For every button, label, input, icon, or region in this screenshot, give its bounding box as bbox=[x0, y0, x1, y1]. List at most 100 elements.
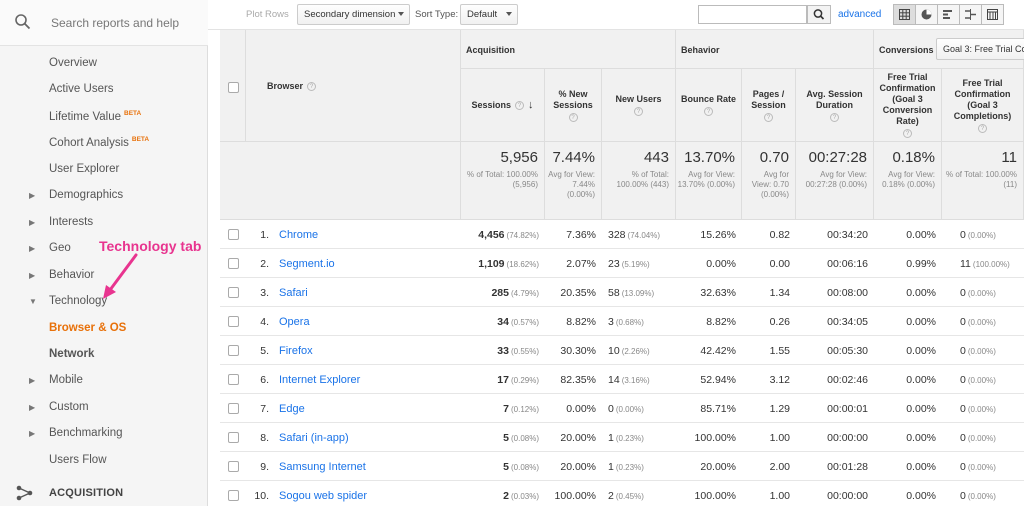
row-checkbox[interactable] bbox=[228, 461, 239, 472]
sidebar-item-overview[interactable]: Overview bbox=[0, 50, 208, 76]
sort-type-dropdown[interactable]: Default bbox=[460, 4, 518, 25]
sidebar-item-active-users[interactable]: Active Users bbox=[0, 76, 208, 102]
new-users-percent: (74.04%) bbox=[627, 231, 660, 240]
new-users-value: 14 bbox=[608, 374, 620, 386]
sort-type-label: Sort Type: bbox=[415, 9, 459, 20]
browser-link[interactable]: Opera bbox=[279, 316, 310, 328]
browser-link[interactable]: Segment.io bbox=[279, 258, 335, 270]
row-checkbox[interactable] bbox=[228, 374, 239, 385]
sort-descending-icon[interactable]: ↓ bbox=[528, 99, 534, 111]
sidebar-item-benchmarking[interactable]: ▶ Benchmarking bbox=[0, 420, 208, 446]
browser-link[interactable]: Internet Explorer bbox=[279, 374, 360, 386]
new-users-cell: 58 (13.09%) bbox=[608, 287, 654, 299]
row-checkbox[interactable] bbox=[228, 287, 239, 298]
plot-rows-button[interactable]: Plot Rows bbox=[246, 9, 289, 20]
advanced-filter-link[interactable]: advanced bbox=[838, 9, 881, 20]
completions-value: 0 bbox=[960, 374, 966, 386]
completions-value: 0 bbox=[960, 345, 966, 357]
sidebar-item-mobile[interactable]: ▶ Mobile bbox=[0, 367, 208, 393]
caret-right-icon: ▶ bbox=[29, 217, 36, 227]
row-checkbox[interactable] bbox=[228, 490, 239, 501]
search-bar[interactable]: Search reports and help bbox=[0, 0, 208, 46]
header-checkbox-cell bbox=[220, 30, 246, 142]
conversion-rate-cell: 0.00% bbox=[906, 287, 936, 299]
sidebar-item-text: Interests bbox=[49, 216, 94, 228]
column-header-avg-session-duration[interactable]: Avg. Session Duration? bbox=[796, 69, 874, 142]
conversion-rate-value: 0.00% bbox=[906, 403, 936, 415]
avg-session-duration-cell: 00:08:00 bbox=[827, 287, 868, 299]
comparison-view-button[interactable] bbox=[959, 4, 982, 25]
sidebar-item-network[interactable]: Network bbox=[0, 341, 208, 367]
row-checkbox[interactable] bbox=[228, 258, 239, 269]
browser-link[interactable]: Safari (in-app) bbox=[279, 432, 349, 444]
sidebar-item-user-explorer[interactable]: User Explorer bbox=[0, 156, 208, 182]
help-icon[interactable]: ? bbox=[830, 112, 839, 122]
select-all-checkbox[interactable] bbox=[228, 82, 239, 93]
browser-link[interactable]: Sogou web spider bbox=[279, 490, 367, 502]
sessions-percent: (0.57%) bbox=[510, 318, 539, 327]
avg-session-duration-value: 00:00:01 bbox=[827, 403, 868, 415]
column-header-pages-per-session[interactable]: Pages / Session? bbox=[742, 69, 796, 142]
sidebar-item-label: Mobile bbox=[49, 374, 83, 386]
help-icon[interactable]: ? bbox=[515, 100, 525, 110]
table-filter-button[interactable] bbox=[807, 5, 831, 24]
column-header-goal3-conversion-rate[interactable]: Free Trial Confirmation (Goal 3 Conversi… bbox=[874, 69, 942, 142]
pivot-view-button[interactable] bbox=[981, 4, 1004, 25]
sidebar-item-acquisition[interactable]: ACQUISITION bbox=[0, 480, 208, 506]
help-icon[interactable]: ? bbox=[903, 129, 912, 138]
sidebar-item-interests[interactable]: ▶ Interests bbox=[0, 209, 208, 235]
help-icon[interactable]: ? bbox=[634, 107, 643, 116]
sidebar-item-custom[interactable]: ▶ Custom bbox=[0, 394, 208, 420]
performance-view-button[interactable] bbox=[937, 4, 960, 25]
row-checkbox[interactable] bbox=[228, 229, 239, 240]
avg-session-duration-cell: 00:34:20 bbox=[827, 229, 868, 241]
row-checkbox[interactable] bbox=[228, 345, 239, 356]
new-sessions-cell: 8.82% bbox=[566, 316, 596, 328]
sidebar-item-users-flow[interactable]: Users Flow bbox=[0, 447, 208, 473]
browser-link[interactable]: Firefox bbox=[279, 345, 313, 357]
caret-right-icon: ▶ bbox=[29, 402, 36, 412]
browser-link[interactable]: Samsung Internet bbox=[279, 461, 366, 473]
sidebar-item-cohort-analysis[interactable]: Cohort Analysis BETA bbox=[0, 129, 208, 155]
completions-cell: 0 (0.00%) bbox=[960, 316, 996, 328]
row-checkbox[interactable] bbox=[228, 316, 239, 327]
new-sessions-value: 8.82% bbox=[566, 316, 596, 328]
browser-link[interactable]: Edge bbox=[279, 403, 305, 415]
help-icon[interactable]: ? bbox=[307, 82, 316, 91]
help-icon[interactable]: ? bbox=[978, 123, 987, 133]
bounce-rate-value: 85.71% bbox=[700, 403, 736, 415]
goal-selector-dropdown[interactable]: Goal 3: Free Trial Co bbox=[936, 38, 1024, 60]
help-icon[interactable]: ? bbox=[568, 112, 578, 122]
sessions-cell: 4,456 (74.82%) bbox=[478, 229, 539, 241]
sidebar-item-lifetime-value[interactable]: Lifetime Value BETA bbox=[0, 103, 208, 129]
conversion-rate-cell: 0.99% bbox=[906, 258, 936, 270]
browser-link[interactable]: Chrome bbox=[279, 229, 318, 241]
column-header-new-sessions-pct[interactable]: % New Sessions? bbox=[545, 69, 602, 142]
column-header-goal3-completions[interactable]: Free Trial Confirmation (Goal 3 Completi… bbox=[942, 69, 1024, 142]
column-header-sessions[interactable]: Sessions? ↓ bbox=[461, 69, 545, 142]
sessions-cell: 34 (0.57%) bbox=[497, 316, 539, 328]
conversion-rate-value: 0.00% bbox=[906, 287, 936, 299]
table-filter-input[interactable] bbox=[698, 5, 807, 24]
row-checkbox[interactable] bbox=[228, 432, 239, 443]
help-icon[interactable]: ? bbox=[704, 107, 713, 116]
sidebar-item-label: Overview bbox=[49, 57, 97, 69]
new-sessions-cell: 20.35% bbox=[560, 287, 596, 299]
row-rank: 7. bbox=[260, 403, 269, 415]
new-users-value: 1 bbox=[608, 432, 614, 444]
sidebar-item-browser-os[interactable]: Browser & OS bbox=[0, 315, 208, 341]
secondary-dimension-dropdown[interactable]: Secondary dimension bbox=[297, 4, 410, 25]
table-view-button[interactable] bbox=[893, 4, 916, 25]
conversion-rate-value: 0.00% bbox=[906, 374, 936, 386]
sidebar-item-demographics[interactable]: ▶ Demographics bbox=[0, 182, 208, 208]
total-value: 13.70% bbox=[684, 149, 735, 166]
new-sessions-value: 0.00% bbox=[566, 403, 596, 415]
help-icon[interactable]: ? bbox=[764, 112, 773, 122]
row-checkbox[interactable] bbox=[228, 403, 239, 414]
pages-per-session-cell: 1.00 bbox=[770, 432, 790, 444]
column-header-bounce-rate[interactable]: Bounce Rate? bbox=[676, 69, 742, 142]
column-header-new-users[interactable]: New Users? bbox=[602, 69, 676, 142]
pages-per-session-cell: 1.34 bbox=[770, 287, 790, 299]
pie-view-button[interactable] bbox=[915, 4, 938, 25]
browser-link[interactable]: Safari bbox=[279, 287, 308, 299]
